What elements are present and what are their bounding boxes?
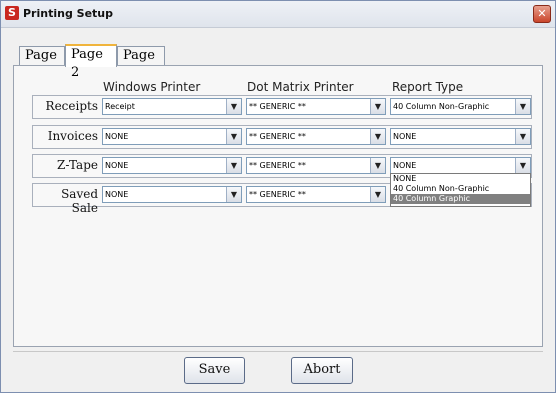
selected-value: Receipt [105,102,135,111]
selected-value: NONE [105,161,129,170]
row-label-receipts: Receipts [45,99,98,113]
selected-value: NONE [393,132,417,141]
selected-value: ** GENERIC ** [249,102,306,111]
windows-printer-select-saved-sale[interactable]: NONE ▼ [102,186,242,203]
windows-printer-select-invoices[interactable]: NONE ▼ [102,128,242,145]
dot-matrix-select-saved-sale[interactable]: ** GENERIC ** ▼ [246,186,386,203]
selected-value: NONE [393,161,417,170]
abort-button[interactable]: Abort [291,357,353,384]
chevron-down-icon[interactable]: ▼ [226,187,241,202]
title-bar: S Printing Setup ✕ [1,1,555,28]
tab-page-2[interactable]: Page 2 [65,44,117,80]
dropdown-option-40-column-graphic[interactable]: 40 Column Graphic [391,194,530,204]
selected-value: 40 Column Non-Graphic [393,102,490,111]
chevron-down-icon[interactable]: ▼ [370,99,385,114]
chevron-down-icon[interactable]: ▼ [515,99,530,114]
selected-value: NONE [105,190,129,199]
close-button[interactable]: ✕ [533,5,551,23]
chevron-down-icon[interactable]: ▼ [226,99,241,114]
tab-page-1[interactable]: Page 1 [19,46,65,81]
printing-setup-window: S Printing Setup ✕ Page 1 Page 2 Page 3 … [0,0,556,393]
row-label-saved-sale: Saved Sale [61,187,98,215]
windows-printer-select-receipts[interactable]: Receipt ▼ [102,98,242,115]
chevron-down-icon[interactable]: ▼ [370,187,385,202]
report-type-dropdown-list[interactable]: NONE 40 Column Non-Graphic 40 Column Gra… [390,173,531,207]
selected-value: ** GENERIC ** [249,132,306,141]
window-title: Printing Setup [23,7,113,20]
save-button[interactable]: Save [184,357,245,384]
report-type-select-receipts[interactable]: 40 Column Non-Graphic ▼ [390,98,531,115]
app-logo-icon: S [5,6,19,20]
report-type-select-invoices[interactable]: NONE ▼ [390,128,531,145]
chevron-down-icon[interactable]: ▼ [226,129,241,144]
chevron-down-icon[interactable]: ▼ [515,129,530,144]
column-header-dot-matrix-printer: Dot Matrix Printer [247,80,354,94]
dropdown-option-none[interactable]: NONE [391,174,530,184]
dot-matrix-select-invoices[interactable]: ** GENERIC ** ▼ [246,128,386,145]
footer-divider [13,351,543,352]
column-header-report-type: Report Type [392,80,464,94]
selected-value: NONE [105,132,129,141]
row-label-invoices: Invoices [47,129,98,143]
chevron-down-icon[interactable]: ▼ [226,158,241,173]
chevron-down-icon[interactable]: ▼ [370,158,385,173]
row-label-z-tape: Z-Tape [57,158,98,172]
dot-matrix-select-z-tape[interactable]: ** GENERIC ** ▼ [246,157,386,174]
report-type-select-z-tape[interactable]: NONE ▼ [390,157,531,174]
dot-matrix-select-receipts[interactable]: ** GENERIC ** ▼ [246,98,386,115]
column-header-windows-printer: Windows Printer [103,80,201,94]
selected-value: ** GENERIC ** [249,161,306,170]
dropdown-option-40-column-non-graphic[interactable]: 40 Column Non-Graphic [391,184,530,194]
chevron-down-icon[interactable]: ▼ [370,129,385,144]
selected-value: ** GENERIC ** [249,190,306,199]
windows-printer-select-z-tape[interactable]: NONE ▼ [102,157,242,174]
tab-page-3[interactable]: Page 3 [117,46,165,81]
chevron-down-icon[interactable]: ▼ [515,158,530,173]
